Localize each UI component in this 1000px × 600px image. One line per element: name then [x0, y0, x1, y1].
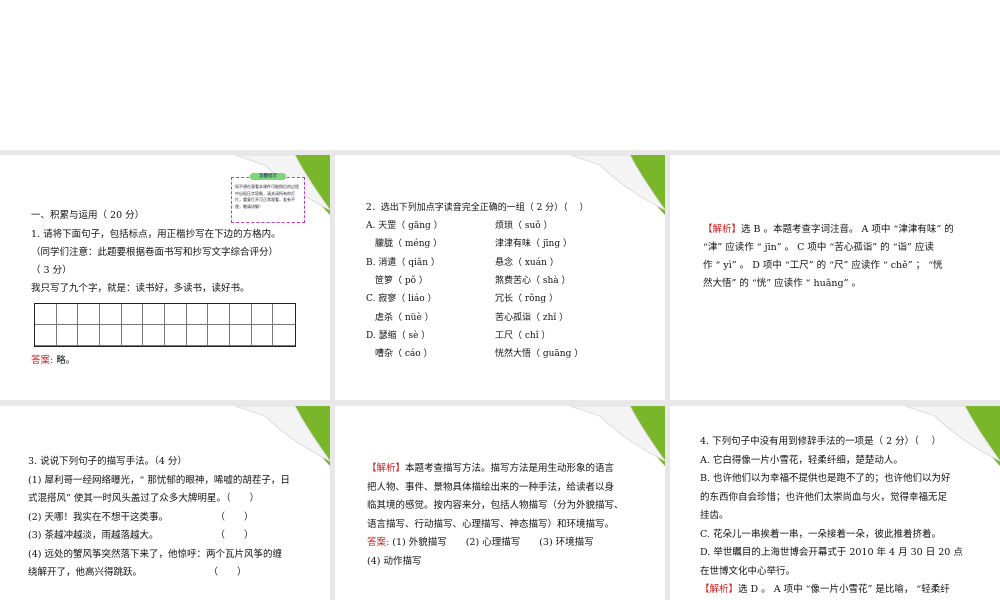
- analysis-line: “津” 应读作 “ jīn” 。 C 项中 “苦心孤诣” 的 “诣” 应读: [703, 242, 934, 253]
- analysis-line: 语言描写、行动描写、心理描写、神态描写）和环境描写。: [367, 518, 615, 530]
- question-3: 3. 说说下列句子的描写手法。（4 分） (1) 犀利哥一经网络曝光，“ 那忧郁…: [28, 453, 290, 583]
- analysis-line: 把人物、事件、景物具体描绘出来的一种手法，给读者以身: [367, 481, 615, 493]
- question-2: 2．选出下列加点字读音完全正确的一组（ 2 分）（ ）: [366, 203, 589, 213]
- page-curl-decoration: [570, 406, 665, 466]
- text-line: D. 举世瞩目的上海世博会开幕式于 2010 年 4 月 30 日 20 点: [700, 547, 963, 558]
- pinyin-option: D. 瑟缩（ sè ）: [366, 330, 431, 341]
- pinyin-option: 冗长（ rǒng ）: [495, 294, 559, 305]
- question-note: （同学们注意：此题要根据卷面书写和抄写文字综合评分）: [31, 247, 279, 258]
- text-line: 4. 下列句子中没有用到修辞手法的一项是（ 2 分）（ ）: [700, 436, 941, 447]
- pinyin-option: 虐杀（ nüè ）: [366, 312, 434, 323]
- pinyin-option: 工尺（ chǐ ）: [495, 330, 551, 341]
- pinyin-option: A. 天罡（ gāng ）: [366, 221, 443, 231]
- pinyin-option: 煞费苦心（ shà ）: [495, 275, 571, 286]
- text-line: 式混搭风” 使其一时风头盖过了众多大牌明星。（ ）: [28, 493, 260, 504]
- analysis-line: 选 B 。本题考查字词注音。 A 项中 “津津有味” 的: [741, 224, 954, 235]
- pinyin-option: 津津有味（ jīng ）: [495, 239, 572, 250]
- analysis-line: 临其境的感觉。按内容来分，包括人物描写（分为外貌描写、: [367, 500, 624, 511]
- reminder-box: 温馨提示如不想在观看本课件可能稍后的过程中出现压字现象，请关闭所有的灯片，重复打…: [231, 173, 305, 223]
- pinyin-option: 苦心孤诣（ zhǐ ）: [495, 312, 569, 323]
- text-line: 绕解开了，他高兴得跳跃。 （ ）: [28, 567, 247, 578]
- answer-label: 答案:: [31, 355, 54, 366]
- pinyin-option: B. 消遣（ qiǎn ）: [366, 257, 440, 268]
- analysis-line: 然大悟” 的 “恍” 应读作 “ huǎng” 。: [703, 278, 862, 289]
- analysis-label: 【解析】: [700, 584, 739, 595]
- answer: 答案: 略。: [31, 352, 75, 371]
- answer-text: (1) 外貌描写 (2) 心理描写 (3) 环境描写: [392, 537, 594, 548]
- analysis-text: 【解析】本题考查描写方法。描写方法是用生动形象的语言 把人物、事件、景物具体描绘…: [367, 460, 624, 571]
- text-line: 3. 说说下列句子的描写手法。（4 分）: [28, 456, 187, 467]
- pinyin-option: 朦胧（ méng ）: [366, 239, 443, 250]
- slide-thumbnail-1[interactable]: 温馨提示如不想在观看本课件可能稍后的过程中出现压字现象，请关闭所有的灯片，重复打…: [0, 155, 330, 400]
- analysis-line: 作 “ yì” 。 D 项中 “工尺” 的 “尺” 应读作 “ chě” ； “…: [703, 260, 943, 271]
- analysis-line: 选 D 。 A 项中 “像一片小雪花” 是比喻， “轻柔纤: [738, 584, 950, 595]
- text-line: (4) 远处的蟹风筝突然落下来了，他惊呼：两个瓦片风筝的缠: [28, 548, 282, 560]
- writing-grid: [34, 303, 296, 347]
- slide-thumbnail-3[interactable]: 【解析】选 B 。本题考查字词注音。 A 项中 “津津有味” 的 “津” 应读作…: [670, 155, 1000, 400]
- text-line: (1) 犀利哥一经网络曝光，“ 那忧郁的眼神，唏嘘的胡茬子，日: [28, 474, 290, 486]
- answer-text: 略。: [56, 355, 76, 366]
- pinyin-option: C. 寂寥（ liáo ）: [366, 294, 437, 305]
- analysis-text: 【解析】选 B 。本题考查字词注音。 A 项中 “津津有味” 的 “津” 应读作…: [703, 221, 954, 293]
- text-line: (2) 天哪！我实在不想干这类事。 （ ）: [28, 511, 254, 523]
- pinyin-option: 烦琐（ suǒ ）: [495, 221, 553, 231]
- text-line: C. 花朵儿一串挨着一串，一朵接着一朵，彼此推着挤着。: [700, 528, 941, 540]
- reminder-title: 温馨提示: [250, 173, 286, 180]
- pinyin-option: 恍然大悟（ guāng ）: [495, 349, 584, 360]
- pinyin-option: 悬念（ xuán ）: [495, 257, 559, 268]
- slide-thumbnail-4[interactable]: 3. 说说下列句子的描写手法。（4 分） (1) 犀利哥一经网络曝光，“ 那忧郁…: [0, 406, 330, 600]
- question-score: （ 3 分）: [31, 265, 72, 276]
- pinyin-option: 嘈杂（ cáo ）: [366, 349, 433, 360]
- text-line: 的东西你自会珍惜；也许他们太崇尚血与火，觉得幸福无足: [700, 491, 948, 503]
- copy-sentence: 我只写了九个字，就是：读书好，多读书，读好书。: [31, 283, 250, 294]
- reminder-text: 如不想在观看本课件可能稍后的过程中出现压字现象，请关闭所有的灯片，重复打开可正常…: [235, 184, 299, 209]
- slide-thumbnail-2[interactable]: 2．选出下列加点字读音完全正确的一组（ 2 分）（ ） A. 天罡（ gāng …: [335, 155, 665, 400]
- text-line: B. 也许他们以为幸福不提供也是跑不了的；也许他们以为好: [700, 473, 951, 484]
- answer-text: (4) 动作描写: [367, 555, 422, 567]
- question-1: 1. 请将下面句子，包括标点，用正楷抄写在下边的方格内。: [31, 229, 281, 240]
- slide-thumbnail-6[interactable]: 4. 下列句子中没有用到修辞手法的一项是（ 2 分）（ ） A. 它白得像一片小…: [670, 406, 1000, 600]
- text-line: A. 它白得像一片小雪花，轻柔纤细，楚楚动人。: [700, 454, 903, 466]
- analysis-line: 本题考查描写方法。描写方法是用生动形象的语言: [405, 463, 615, 474]
- slide-thumbnail-5[interactable]: 【解析】本题考查描写方法。描写方法是用生动形象的语言 把人物、事件、景物具体描绘…: [335, 406, 665, 600]
- text-line: (3) 茶越冲越淡，雨越落越大。 （ ）: [28, 530, 254, 541]
- text-line: 在世博文化中心举行。: [700, 565, 796, 577]
- analysis-label: 【解析】: [703, 224, 742, 235]
- section-heading: 一、积累与运用（ 20 分）: [31, 210, 145, 221]
- analysis-label: 【解析】: [367, 463, 406, 474]
- pinyin-option: 笸箩（ pǒ ）: [366, 275, 428, 286]
- question-4: 4. 下列句子中没有用到修辞手法的一项是（ 2 分）（ ） A. 它白得像一片小…: [700, 433, 963, 600]
- answer-label: 答案:: [367, 537, 390, 548]
- text-line: 挂齿。: [700, 510, 729, 521]
